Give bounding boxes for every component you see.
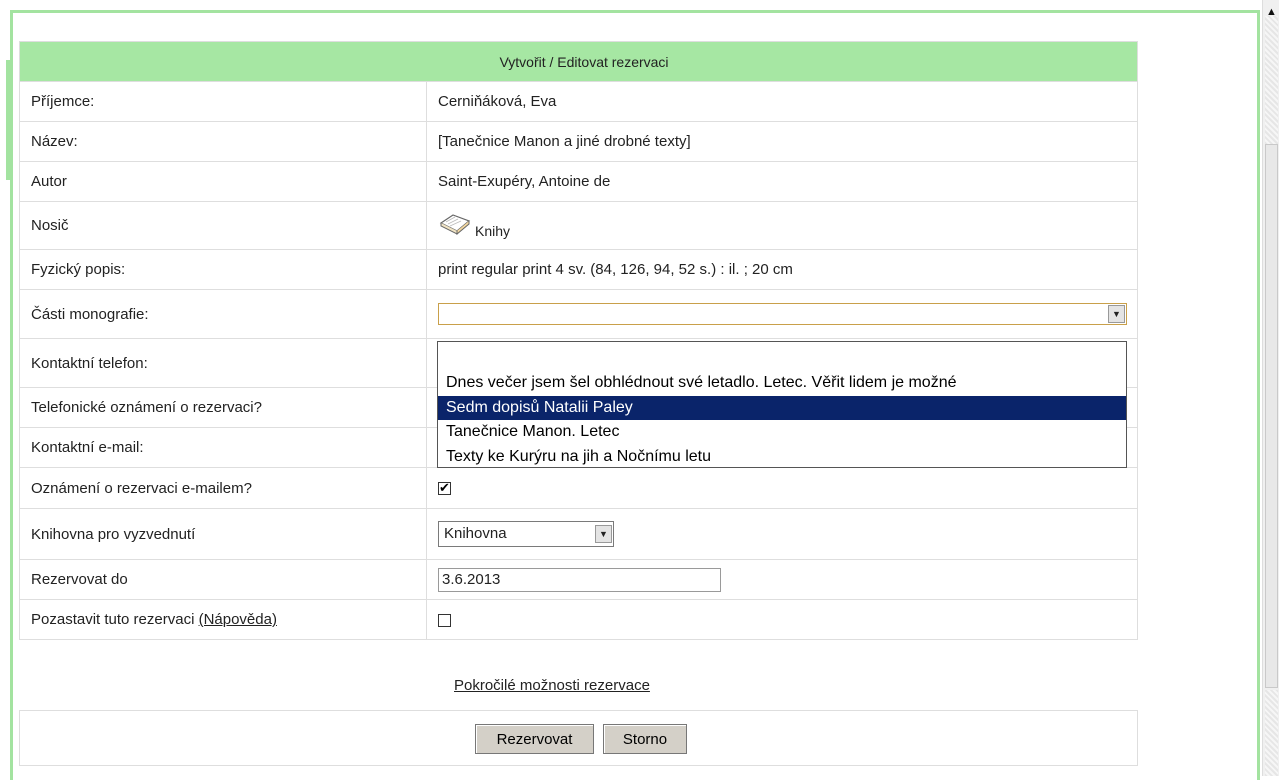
physical-value: print regular print 4 sv. (84, 126, 94, … — [426, 249, 1138, 290]
row-author: Autor Saint-Exupéry, Antoine de — [19, 161, 1138, 202]
suspend-label: Pozastavit tuto rezervaci — [31, 611, 195, 628]
row-email-notify: Oznámení o rezervaci e-mailem? — [19, 467, 1138, 509]
dropdown-option[interactable]: Texty ke Kurýru na jih a Nočnímu letu — [438, 445, 1126, 469]
email-notify-cell — [426, 467, 1138, 509]
parts-select[interactable]: ▼ — [438, 303, 1127, 325]
suspend-checkbox[interactable] — [438, 613, 451, 627]
author-label: Autor — [19, 161, 427, 202]
library-select-value: Knihovna — [444, 525, 507, 542]
email-notify-label: Oznámení o rezervaci e-mailem? — [19, 467, 427, 509]
reserve-until-input[interactable] — [438, 567, 721, 592]
email-label: Kontaktní e-mail: — [19, 427, 427, 468]
book-icon — [438, 211, 472, 241]
help-link[interactable]: (Nápověda) — [199, 611, 277, 628]
scroll-thumb[interactable] — [1265, 144, 1278, 688]
library-cell: Knihovna ▼ — [426, 508, 1138, 560]
row-library: Knihovna pro vyzvednutí Knihovna ▼ — [19, 508, 1138, 560]
cancel-button[interactable]: Storno — [603, 724, 687, 754]
title-label: Název: — [19, 121, 427, 162]
row-recipient: Příjemce: Cerniňáková, Eva — [19, 81, 1138, 122]
phone-notify-label: Telefonické oznámení o rezervaci? — [19, 387, 427, 428]
title-value: [Tanečnice Manon a jiné drobné texty] — [426, 121, 1138, 162]
row-title: Název: [Tanečnice Manon a jiné drobné te… — [19, 121, 1138, 162]
medium-label: Nosič — [19, 201, 427, 250]
frame-accent — [6, 60, 10, 180]
medium-value: Knihy — [475, 222, 511, 239]
dropdown-option-selected[interactable]: Sedm dopisů Natalii Paley — [438, 396, 1126, 420]
recipient-label: Příjemce: — [19, 81, 427, 122]
chevron-down-icon[interactable]: ▼ — [595, 525, 612, 543]
suspend-label-cell: Pozastavit tuto rezervaci (Nápověda) — [19, 599, 427, 640]
row-parts: Části monografie: ▼ — [19, 289, 1138, 339]
reserve-until-cell — [426, 559, 1138, 600]
row-reserve-until: Rezervovat do — [19, 559, 1138, 600]
chevron-down-icon[interactable]: ▼ — [1108, 305, 1125, 323]
parts-dropdown-list[interactable]: Dnes večer jsem šel obhlédnout své letad… — [437, 341, 1127, 468]
reserve-button[interactable]: Rezervovat — [475, 724, 594, 754]
dropdown-option[interactable]: Tanečnice Manon. Letec — [438, 420, 1126, 444]
library-label: Knihovna pro vyzvednutí — [19, 508, 427, 560]
recipient-value: Cerniňáková, Eva — [426, 81, 1138, 122]
row-physical: Fyzický popis: print regular print 4 sv.… — [19, 249, 1138, 290]
row-suspend: Pozastavit tuto rezervaci (Nápověda) — [19, 599, 1138, 640]
author-value: Saint-Exupéry, Antoine de — [426, 161, 1138, 202]
physical-label: Fyzický popis: — [19, 249, 427, 290]
row-medium: Nosič Knihy — [19, 201, 1138, 250]
advanced-options-link[interactable]: Pokročilé možnosti rezervace — [454, 677, 650, 694]
phone-label: Kontaktní telefon: — [19, 338, 427, 388]
suspend-cell — [426, 599, 1138, 640]
parts-label: Části monografie: — [19, 289, 427, 339]
medium-cell: Knihy — [426, 201, 1138, 250]
form-header-row: Vytvořit / Editovat rezervaci — [19, 41, 1138, 82]
vertical-scrollbar[interactable]: ▲ — [1262, 0, 1279, 776]
dropdown-option[interactable]: Dnes večer jsem šel obhlédnout své letad… — [438, 371, 1126, 395]
parts-cell: ▼ — [426, 289, 1138, 339]
scroll-track-bottom[interactable] — [1265, 690, 1278, 776]
library-select[interactable]: Knihovna ▼ — [438, 521, 614, 547]
form-title: Vytvořit / Editovat rezervaci — [19, 41, 1138, 82]
dropdown-option[interactable] — [438, 345, 1126, 369]
email-notify-checkbox[interactable] — [438, 480, 451, 496]
scroll-track-top[interactable] — [1265, 16, 1278, 144]
reserve-until-label: Rezervovat do — [19, 559, 427, 600]
